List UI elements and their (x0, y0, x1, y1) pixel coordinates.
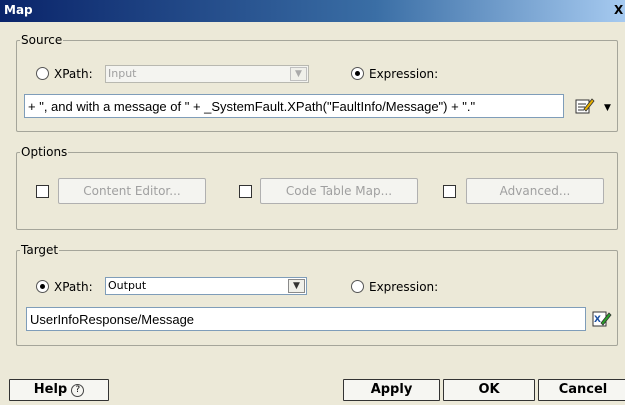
source-expression-field[interactable]: + ", and with a message of " + _SystemFa… (24, 94, 564, 118)
advanced-checkbox[interactable] (443, 185, 456, 198)
chevron-down-icon: ▼ (290, 67, 307, 81)
target-text-value: UserInfoResponse/Message (30, 312, 195, 327)
source-legend: Source (20, 33, 64, 47)
target-xpath-value: Output (108, 279, 147, 292)
source-group: Source (16, 33, 618, 132)
target-text-field[interactable]: UserInfoResponse/Message (26, 307, 586, 331)
help-circle-icon: ? (71, 384, 85, 397)
target-expression-radio[interactable] (351, 280, 364, 293)
xpath-editor-icon[interactable]: X (592, 310, 612, 328)
source-xpath-radio[interactable] (36, 67, 49, 80)
help-button[interactable]: Help? (9, 379, 109, 401)
target-xpath-combo[interactable]: Output ▼ (105, 277, 307, 295)
target-expression-label: Expression: (369, 280, 439, 294)
source-expression-label: Expression: (369, 67, 439, 81)
apply-button[interactable]: Apply (343, 379, 440, 401)
source-xpath-value: Input (108, 67, 137, 80)
target-xpath-radio[interactable] (36, 280, 49, 293)
help-button-label: Help (33, 382, 68, 397)
content-editor-button[interactable]: Content Editor... (58, 178, 206, 204)
title-bar: Map X (0, 0, 625, 22)
options-legend: Options (20, 145, 69, 159)
target-group: Target (16, 243, 618, 346)
cancel-button[interactable]: Cancel (538, 379, 625, 401)
pencil-edit-icon[interactable] (575, 97, 595, 115)
target-legend: Target (20, 243, 60, 257)
source-xpath-combo: Input ▼ (105, 65, 309, 83)
source-expression-radio[interactable] (351, 67, 364, 80)
source-expression-text: + ", and with a message of " + _SystemFa… (28, 99, 476, 114)
chevron-down-icon[interactable]: ▼ (288, 279, 305, 293)
code-table-map-checkbox[interactable] (239, 185, 252, 198)
chevron-down-icon[interactable]: ▼ (604, 103, 611, 113)
window-title: Map (4, 3, 33, 17)
content-editor-checkbox[interactable] (36, 185, 49, 198)
close-button[interactable]: X (614, 2, 625, 18)
source-xpath-label: XPath: (54, 67, 93, 81)
code-table-map-button[interactable]: Code Table Map... (260, 178, 418, 204)
advanced-button[interactable]: Advanced... (466, 178, 604, 204)
target-xpath-label: XPath: (54, 280, 93, 294)
ok-button[interactable]: OK (443, 379, 535, 401)
svg-text:X: X (594, 315, 601, 325)
